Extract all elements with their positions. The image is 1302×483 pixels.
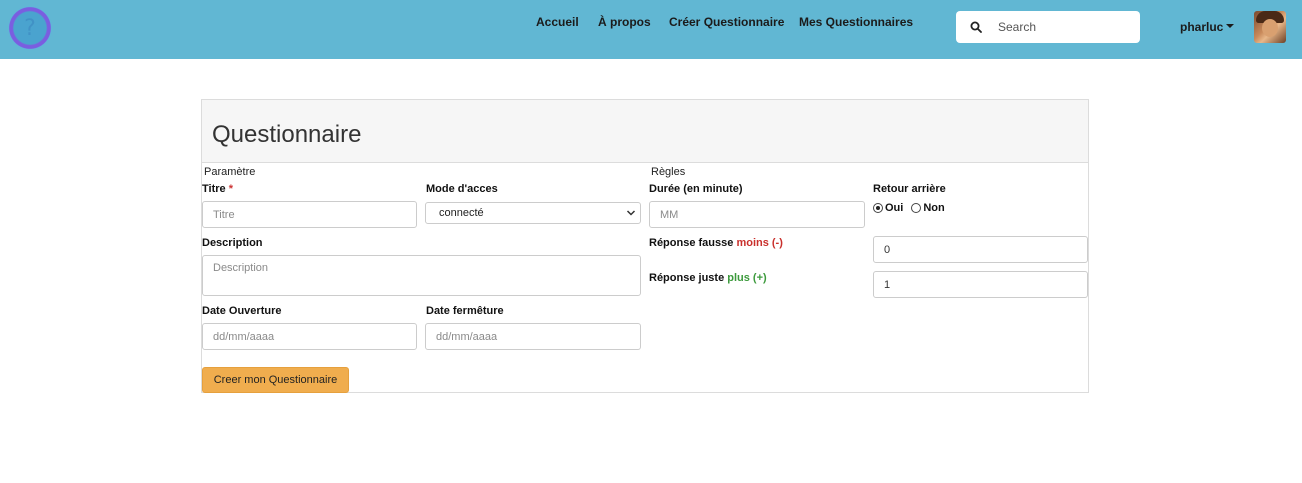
user-menu[interactable]: pharluc [1180, 20, 1235, 34]
titre-label: Titre * [202, 183, 233, 195]
required-mark: * [228, 183, 233, 195]
date-ouverture-label: Date Ouverture [202, 305, 282, 317]
date-fermeture-label: Date fermêture [426, 305, 504, 317]
section-regles: Règles [651, 166, 686, 178]
description-label: Description [202, 237, 263, 249]
mode-acces-value: connecté [439, 207, 484, 219]
mode-acces-select[interactable]: connecté [425, 202, 641, 224]
duree-label: Durée (en minute) [649, 183, 743, 195]
date-ouverture-input[interactable] [202, 323, 417, 350]
reponse-juste-input[interactable] [873, 271, 1088, 298]
nav-a-propos[interactable]: À propos [598, 15, 651, 29]
section-parametre: Paramètre [204, 166, 256, 178]
radio-oui-label: Oui [885, 202, 904, 214]
retour-arriere-radios: Oui Non [873, 202, 945, 214]
card-header: Questionnaire [202, 100, 1088, 163]
mode-acces-label: Mode d'acces [426, 183, 498, 195]
nav-accueil[interactable]: Accueil [536, 15, 579, 29]
app-logo-icon[interactable]: ? [8, 6, 52, 50]
retour-arriere-label: Retour arrière [873, 183, 946, 195]
reponse-juste-hint: plus (+) [727, 272, 767, 284]
username: pharluc [1180, 20, 1224, 34]
duree-input[interactable] [649, 201, 865, 228]
page-title: Questionnaire [212, 121, 362, 148]
search-box [956, 11, 1140, 43]
nav-creer-questionnaire[interactable]: Créer Questionnaire [669, 15, 784, 29]
search-input[interactable] [998, 11, 1134, 43]
avatar[interactable] [1254, 11, 1286, 43]
chevron-down-icon [626, 210, 636, 216]
radio-non[interactable] [911, 203, 922, 213]
nav-mes-questionnaires[interactable]: Mes Questionnaires [799, 15, 913, 29]
navbar: ? Accueil À propos Créer Questionnaire M… [0, 0, 1302, 59]
create-questionnaire-button[interactable]: Creer mon Questionnaire [202, 367, 349, 393]
reponse-fausse-label: Réponse fausse moins (-) [649, 237, 783, 249]
reponse-juste-label: Réponse juste plus (+) [649, 272, 767, 284]
radio-non-label: Non [923, 202, 945, 214]
reponse-fausse-input[interactable] [873, 236, 1088, 263]
titre-input[interactable] [202, 201, 417, 228]
date-fermeture-input[interactable] [425, 323, 641, 350]
radio-oui[interactable] [873, 203, 883, 213]
questionnaire-card: Questionnaire Paramètre Règles Titre * M… [201, 99, 1089, 393]
reponse-fausse-hint: moins (-) [736, 237, 783, 249]
search-icon [970, 21, 982, 33]
caret-down-icon [1226, 24, 1235, 29]
description-textarea[interactable] [202, 255, 641, 296]
